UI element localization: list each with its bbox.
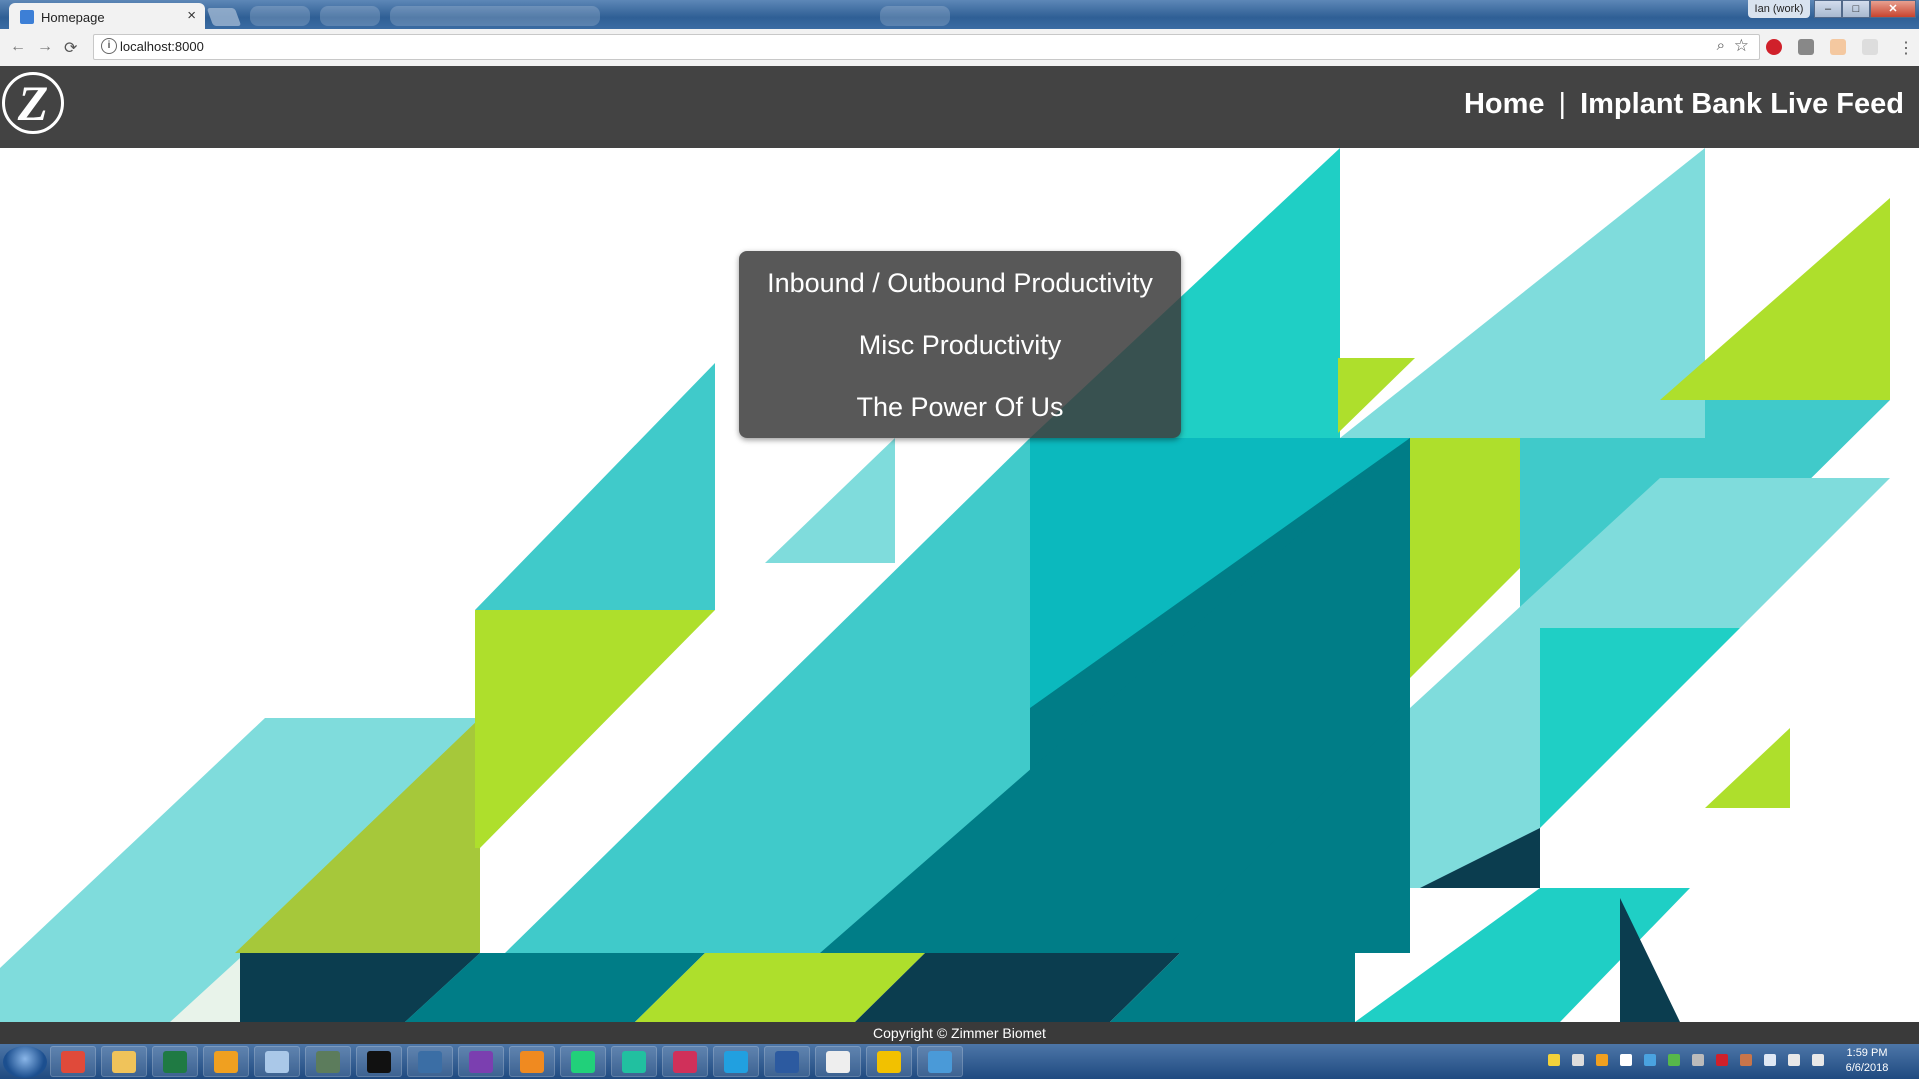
system-clock[interactable]: 1:59 PM 6/6/2018 bbox=[1832, 1046, 1902, 1076]
sublime-taskbar-button[interactable] bbox=[509, 1046, 555, 1077]
remote-desktop-icon bbox=[928, 1051, 952, 1073]
monitor-icon bbox=[316, 1051, 340, 1073]
tray-printer-icon[interactable] bbox=[1572, 1054, 1584, 1066]
extension-icon[interactable] bbox=[1862, 39, 1878, 55]
site-info-icon[interactable]: i bbox=[101, 38, 117, 54]
lock-icon bbox=[877, 1051, 901, 1073]
page-footer: Copyright © Zimmer Biomet bbox=[0, 1022, 1919, 1044]
nav-separator: | bbox=[1558, 88, 1567, 120]
excel-taskbar-button[interactable] bbox=[152, 1046, 198, 1077]
terminal-icon bbox=[367, 1051, 391, 1073]
menu-item-misc-productivity[interactable]: Misc Productivity bbox=[739, 314, 1181, 376]
tab-title: Homepage bbox=[41, 10, 105, 25]
back-arrow-icon[interactable]: ← bbox=[10, 38, 26, 56]
clock-time: 1:59 PM bbox=[1846, 1047, 1888, 1059]
reload-icon[interactable]: ⟳ bbox=[64, 38, 77, 58]
outlook-icon bbox=[214, 1051, 238, 1073]
lock-taskbar-button[interactable] bbox=[866, 1046, 912, 1077]
clock-date: 6/6/2018 bbox=[1845, 1062, 1889, 1074]
nav-home-link[interactable]: Home bbox=[1464, 88, 1545, 120]
intellij-icon bbox=[673, 1051, 697, 1073]
start-button[interactable] bbox=[3, 1046, 47, 1078]
nav-implant-bank-link[interactable]: Implant Bank Live Feed bbox=[1580, 88, 1904, 120]
remote-desktop-taskbar-button[interactable] bbox=[917, 1046, 963, 1077]
chrome-taskbar-button[interactable] bbox=[50, 1046, 96, 1077]
powershell-icon bbox=[775, 1051, 799, 1073]
tray-volume-icon[interactable] bbox=[1812, 1054, 1824, 1066]
visual-studio-taskbar-button[interactable] bbox=[458, 1046, 504, 1077]
calendar-extension-icon[interactable] bbox=[1830, 39, 1846, 55]
datagrip-icon bbox=[622, 1051, 646, 1073]
webstorm-icon bbox=[724, 1051, 748, 1073]
powershell-taskbar-button[interactable] bbox=[764, 1046, 810, 1077]
windows-taskbar: 1:59 PM 6/6/2018 bbox=[0, 1044, 1919, 1079]
page-favicon-icon bbox=[20, 10, 34, 24]
hero-background: Inbound / Outbound Productivity Misc Pro… bbox=[0, 148, 1919, 1022]
extension-icon[interactable] bbox=[1798, 39, 1814, 55]
background-decoration bbox=[390, 6, 600, 26]
sublime-icon bbox=[520, 1051, 544, 1073]
maximize-button[interactable]: □ bbox=[1842, 0, 1870, 18]
minimize-button[interactable]: – bbox=[1814, 0, 1842, 18]
background-decoration bbox=[250, 6, 310, 26]
folder-icon bbox=[112, 1051, 136, 1073]
tray-app-icon[interactable] bbox=[1692, 1054, 1704, 1066]
visual-studio-icon bbox=[469, 1051, 493, 1073]
bookmark-star-icon[interactable]: ☆ bbox=[1734, 36, 1749, 56]
browser-toolbar: ← → ⟳ i localhost:8000 ⌕ ☆ ⋮ bbox=[0, 29, 1919, 67]
browser-titlebar: Homepage × Ian (work) – □ ✕ bbox=[0, 0, 1919, 29]
datagrip-taskbar-button[interactable] bbox=[611, 1046, 657, 1077]
browser-menu-icon[interactable]: ⋮ bbox=[1898, 38, 1914, 58]
pycharm-icon bbox=[571, 1051, 595, 1073]
folder-taskbar-button[interactable] bbox=[101, 1046, 147, 1077]
webstorm-taskbar-button[interactable] bbox=[713, 1046, 759, 1077]
new-tab-button[interactable] bbox=[206, 8, 242, 26]
tray-app-icon[interactable] bbox=[1716, 1054, 1728, 1066]
tray-sync-icon[interactable] bbox=[1668, 1054, 1680, 1066]
postgres-icon bbox=[418, 1051, 442, 1073]
site-header: Z Home | Implant Bank Live Feed bbox=[0, 66, 1919, 148]
url-text[interactable]: localhost:8000 bbox=[120, 39, 204, 54]
browser-tab[interactable]: Homepage × bbox=[9, 3, 205, 29]
tray-app-icon[interactable] bbox=[1596, 1054, 1608, 1066]
chrome-icon bbox=[61, 1051, 85, 1073]
tab-close-icon[interactable]: × bbox=[187, 7, 196, 24]
close-window-button[interactable]: ✕ bbox=[1870, 0, 1916, 18]
forward-arrow-icon[interactable]: → bbox=[37, 38, 53, 56]
tray-signal-icon[interactable] bbox=[1788, 1054, 1800, 1066]
tray-shield-icon[interactable] bbox=[1548, 1054, 1560, 1066]
tray-app-icon[interactable] bbox=[1740, 1054, 1752, 1066]
outlook-taskbar-button[interactable] bbox=[203, 1046, 249, 1077]
monitor-taskbar-button[interactable] bbox=[305, 1046, 351, 1077]
tray-network-icon[interactable] bbox=[1764, 1054, 1776, 1066]
notepad-icon bbox=[265, 1051, 289, 1073]
background-decoration bbox=[320, 6, 380, 26]
adblock-extension-icon[interactable] bbox=[1766, 39, 1782, 55]
zimmer-logo-icon[interactable]: Z bbox=[2, 72, 64, 134]
terminal-taskbar-button[interactable] bbox=[356, 1046, 402, 1077]
top-navigation: Home | Implant Bank Live Feed bbox=[1464, 88, 1904, 121]
intellij-taskbar-button[interactable] bbox=[662, 1046, 708, 1077]
barcode-taskbar-button[interactable] bbox=[815, 1046, 861, 1077]
menu-item-inbound-outbound[interactable]: Inbound / Outbound Productivity bbox=[739, 252, 1181, 314]
zoom-icon[interactable]: ⌕ bbox=[1717, 37, 1725, 54]
tray-app-icon[interactable] bbox=[1620, 1054, 1632, 1066]
background-decoration bbox=[880, 6, 950, 26]
dashboard-menu: Inbound / Outbound Productivity Misc Pro… bbox=[739, 251, 1181, 438]
pycharm-taskbar-button[interactable] bbox=[560, 1046, 606, 1077]
profile-button[interactable]: Ian (work) bbox=[1748, 0, 1810, 18]
menu-item-power-of-us[interactable]: The Power Of Us bbox=[739, 376, 1181, 438]
postgres-taskbar-button[interactable] bbox=[407, 1046, 453, 1077]
notepad-taskbar-button[interactable] bbox=[254, 1046, 300, 1077]
tray-bluetooth-icon[interactable] bbox=[1644, 1054, 1656, 1066]
excel-icon bbox=[163, 1051, 187, 1073]
address-bar[interactable]: i localhost:8000 ⌕ ☆ bbox=[93, 34, 1760, 60]
barcode-icon bbox=[826, 1051, 850, 1073]
